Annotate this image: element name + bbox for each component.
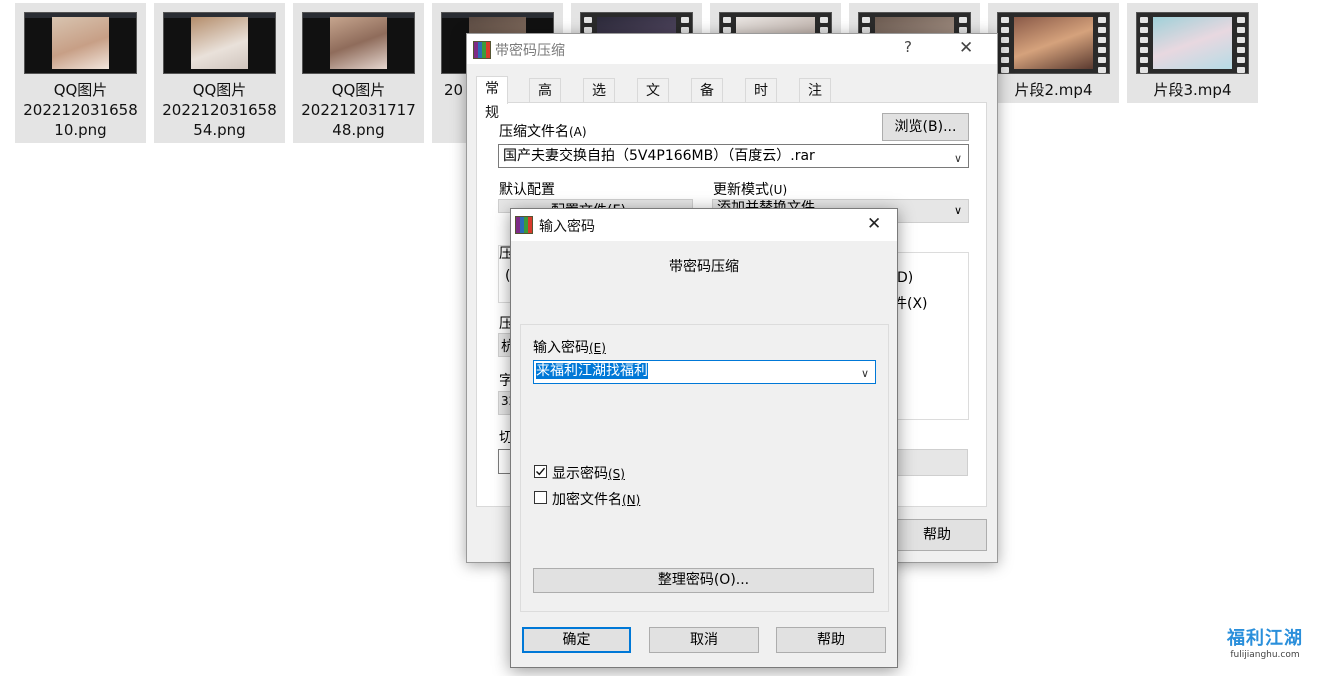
- file-tile[interactable]: QQ图片 202212031717 48.png: [293, 3, 424, 143]
- tab-advanced[interactable]: 高级: [529, 78, 561, 123]
- image-thumbnail: [163, 12, 276, 74]
- archive-dialog-titlebar: 带密码压缩 ? ✕: [467, 34, 997, 64]
- password-input[interactable]: 来福利江湖找福利 ∨: [533, 360, 876, 384]
- archive-name-value: 国产夫妻交换自拍（5V4P166MB）（百度云）.rar: [503, 148, 815, 164]
- help-button[interactable]: 帮助: [887, 519, 987, 551]
- file-name: 片段2.mp4: [1014, 81, 1093, 99]
- video-thumbnail: [1136, 12, 1249, 74]
- organize-passwords-button[interactable]: 整理密码(O)...: [533, 568, 874, 593]
- archive-dialog-title: 带密码压缩: [495, 43, 565, 59]
- default-profile-label: 默认配置: [499, 182, 555, 198]
- tab-files[interactable]: 文件: [637, 78, 669, 123]
- password-dialog-titlebar: 输入密码 ✕: [511, 209, 897, 241]
- chevron-down-icon[interactable]: ∨: [861, 364, 869, 383]
- ok-button[interactable]: 确定: [522, 627, 631, 653]
- archive-name-combo[interactable]: 国产夫妻交换自拍（5V4P166MB）（百度云）.rar ∨: [498, 144, 969, 168]
- watermark-brand: 福利江湖: [1227, 628, 1303, 649]
- password-dialog: 输入密码 ✕ 带密码压缩 输入密码(E) 来福利江湖找福利 ∨ 显示密码(S) …: [510, 208, 898, 668]
- cancel-button[interactable]: 取消: [649, 627, 759, 653]
- password-label: 输入密码(E): [533, 340, 606, 356]
- checkmark-icon: [536, 467, 546, 476]
- help-icon[interactable]: ?: [904, 38, 912, 56]
- file-name: QQ图片 202212031717 48.png: [301, 81, 416, 139]
- password-value: 来福利江湖找福利: [536, 363, 648, 379]
- password-dialog-heading: 带密码压缩: [669, 259, 739, 275]
- file-tile[interactable]: QQ图片 202212031658 10.png: [15, 3, 146, 143]
- archive-name-label: 压缩文件名(A): [499, 124, 587, 140]
- video-thumbnail: [997, 12, 1110, 74]
- image-thumbnail: [24, 12, 137, 74]
- password-dialog-title: 输入密码: [539, 219, 595, 235]
- video-tile[interactable]: 片段2.mp4: [988, 3, 1119, 103]
- browse-button[interactable]: 浏览(B)...: [882, 113, 969, 141]
- password-group: 输入密码(E) 来福利江湖找福利 ∨ 显示密码(S) 加密文件名(N) 整理密码…: [520, 324, 889, 612]
- close-icon[interactable]: ✕: [867, 214, 881, 234]
- winrar-icon: [515, 216, 533, 234]
- option-partial-1[interactable]: D): [897, 270, 913, 286]
- set-password-button[interactable]: [895, 449, 968, 476]
- encrypt-filenames-checkbox[interactable]: [534, 491, 547, 504]
- close-icon[interactable]: ✕: [959, 38, 973, 58]
- help-button[interactable]: 帮助: [776, 627, 886, 653]
- file-name: 片段3.mp4: [1153, 81, 1232, 99]
- tab-time[interactable]: 时间: [745, 78, 777, 123]
- tab-comment[interactable]: 注释: [799, 78, 831, 123]
- show-password-label[interactable]: 显示密码(S): [552, 463, 625, 483]
- tab-backup[interactable]: 备份: [691, 78, 723, 123]
- file-name: QQ图片 202212031658 54.png: [162, 81, 277, 139]
- chevron-down-icon[interactable]: ∨: [954, 148, 962, 167]
- chevron-down-icon[interactable]: ∨: [954, 204, 962, 217]
- winrar-icon: [473, 41, 491, 59]
- image-thumbnail: [302, 12, 415, 74]
- file-name: QQ图片 202212031658 10.png: [23, 81, 138, 139]
- file-tile[interactable]: QQ图片 202212031658 54.png: [154, 3, 285, 143]
- update-mode-label: 更新模式(U): [713, 182, 788, 198]
- tab-general[interactable]: 常规: [476, 76, 508, 121]
- show-password-checkbox[interactable]: [534, 465, 547, 478]
- video-tile[interactable]: 片段3.mp4: [1127, 3, 1258, 103]
- tab-options[interactable]: 选项: [583, 78, 615, 123]
- option-partial-2[interactable]: 件(X): [893, 293, 928, 313]
- encrypt-filenames-label[interactable]: 加密文件名(N): [552, 489, 640, 509]
- watermark-url: fulijianghu.com: [1230, 650, 1300, 660]
- watermark-logo: 福利江湖 fulijianghu.com: [1218, 624, 1312, 660]
